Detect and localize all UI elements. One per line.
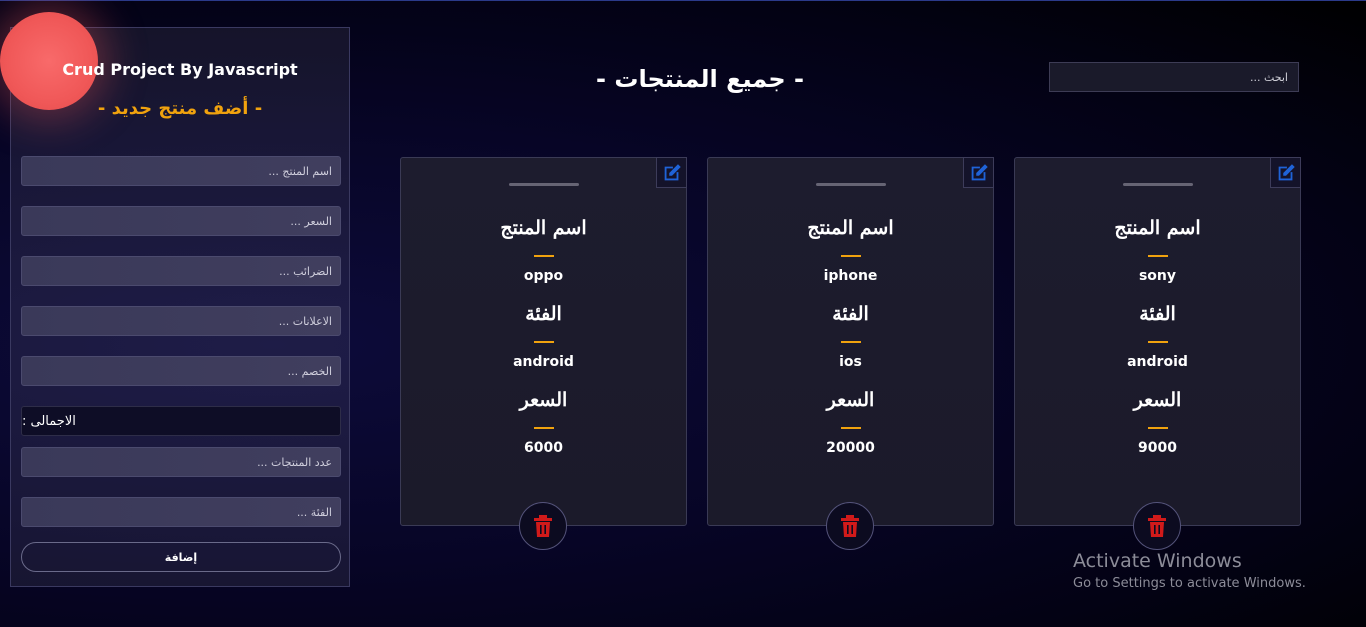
project-title: Crud Project By Javascript xyxy=(62,60,298,79)
price-value: 9000 xyxy=(1138,440,1177,456)
divider xyxy=(840,427,861,429)
trash-icon xyxy=(1148,515,1166,537)
card-handle xyxy=(1122,183,1193,186)
product-name-value: sony xyxy=(1138,268,1177,284)
divider xyxy=(533,341,554,343)
product-name-input[interactable] xyxy=(21,156,341,186)
price-label: السعر xyxy=(826,389,875,411)
category-value: android xyxy=(513,354,574,370)
discount-input[interactable] xyxy=(21,356,341,386)
divider xyxy=(1147,427,1168,429)
category-label: الفئة xyxy=(832,303,869,325)
divider xyxy=(1147,255,1168,257)
edit-button[interactable] xyxy=(963,157,994,188)
divider xyxy=(1147,341,1168,343)
product-name-label: اسم المنتج xyxy=(500,217,587,239)
trash-icon xyxy=(841,515,859,537)
total-display: الاجمالى : xyxy=(21,406,341,436)
product-name-value: oppo xyxy=(523,268,564,284)
delete-button[interactable] xyxy=(1133,502,1181,550)
category-label: الفئة xyxy=(525,303,562,325)
trash-icon xyxy=(534,515,552,537)
price-input[interactable] xyxy=(21,206,341,236)
product-name-label: اسم المنتج xyxy=(1114,217,1201,239)
price-label: السعر xyxy=(1133,389,1182,411)
category-value: android xyxy=(1127,354,1188,370)
product-card: اسم المنتج sony الفئة android السعر 9000 xyxy=(1014,157,1301,526)
taxes-input[interactable] xyxy=(21,256,341,286)
edit-icon xyxy=(971,163,988,180)
category-value: ios xyxy=(839,354,862,370)
price-value: 6000 xyxy=(524,440,563,456)
card-handle xyxy=(815,183,886,186)
delete-button[interactable] xyxy=(519,502,567,550)
product-name-label: اسم المنتج xyxy=(807,217,894,239)
delete-button[interactable] xyxy=(826,502,874,550)
divider xyxy=(840,341,861,343)
product-card: اسم المنتج iphone الفئة ios السعر 20000 xyxy=(707,157,994,526)
edit-icon xyxy=(664,163,681,180)
search-input[interactable] xyxy=(1049,62,1299,92)
product-name-value: iphone xyxy=(823,268,878,284)
activation-watermark-text: Go to Settings to activate Windows. xyxy=(1073,576,1306,591)
total-label: الاجمالى : xyxy=(22,413,76,429)
divider xyxy=(533,255,554,257)
category-label: الفئة xyxy=(1139,303,1176,325)
ads-input[interactable] xyxy=(21,306,341,336)
page-title: - جميع المنتجات - xyxy=(596,65,804,93)
add-button[interactable]: إضافة xyxy=(21,542,341,572)
divider xyxy=(533,427,554,429)
add-product-heading: - أضف منتج جديد - xyxy=(97,98,263,119)
activation-watermark-title: Activate Windows xyxy=(1073,550,1242,572)
count-input[interactable] xyxy=(21,447,341,477)
edit-button[interactable] xyxy=(656,157,687,188)
category-input[interactable] xyxy=(21,497,341,527)
product-card: اسم المنتج oppo الفئة android السعر 6000 xyxy=(400,157,687,526)
card-handle xyxy=(508,183,579,186)
price-value: 20000 xyxy=(826,440,875,456)
edit-button[interactable] xyxy=(1270,157,1301,188)
price-label: السعر xyxy=(519,389,568,411)
divider xyxy=(840,255,861,257)
edit-icon xyxy=(1278,163,1295,180)
